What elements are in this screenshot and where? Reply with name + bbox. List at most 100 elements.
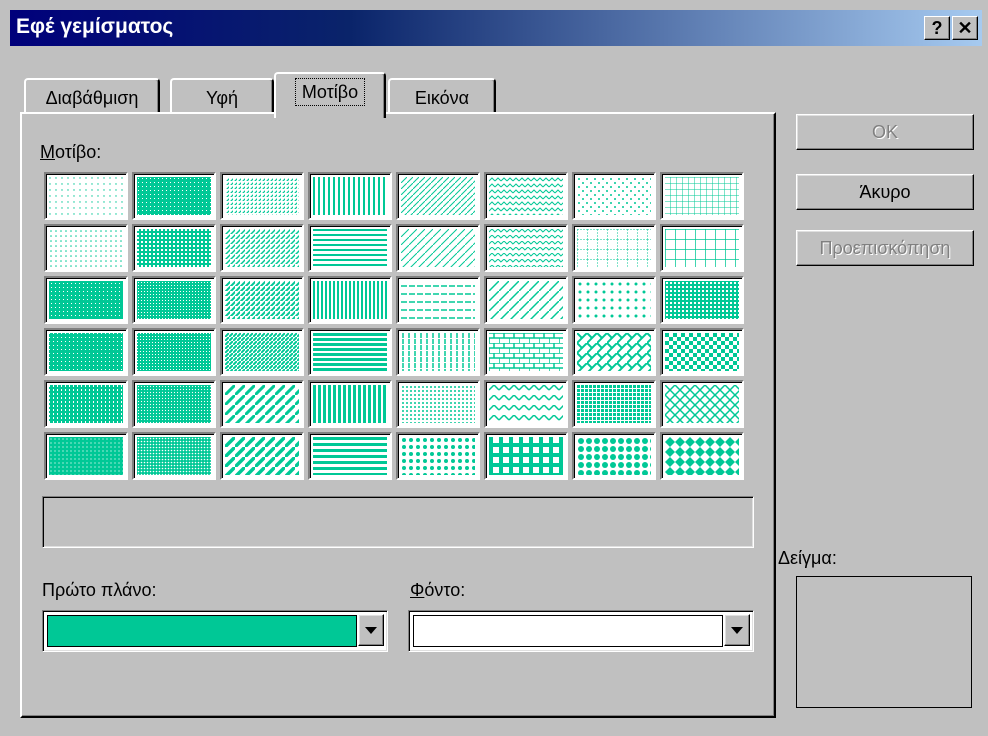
pattern-preview-icon [401, 281, 475, 319]
pattern-preview-icon [313, 177, 387, 215]
pattern-swatch[interactable] [572, 328, 656, 376]
pattern-preview-icon [225, 281, 299, 319]
pattern-preview-icon [577, 437, 651, 475]
pattern-swatch[interactable] [396, 172, 480, 220]
background-color-swatch [413, 615, 723, 647]
pattern-swatch[interactable] [308, 172, 392, 220]
pattern-swatch[interactable] [484, 224, 568, 272]
background-color-dropdown[interactable] [408, 610, 754, 652]
foreground-color-dropdown[interactable] [42, 610, 388, 652]
dropdown-arrow-icon[interactable] [724, 614, 750, 646]
pattern-preview-icon [313, 437, 387, 475]
pattern-swatch[interactable] [396, 224, 480, 272]
pattern-swatch[interactable] [572, 276, 656, 324]
pattern-swatch[interactable] [132, 328, 216, 376]
pattern-preview-icon [313, 333, 387, 371]
pattern-preview-icon [489, 229, 563, 267]
window-title: Εφέ γεμίσματος [16, 15, 174, 38]
preview-button[interactable]: Προεπισκόπηση [796, 230, 974, 266]
pattern-preview-icon [489, 281, 563, 319]
pattern-swatch[interactable] [484, 276, 568, 324]
pattern-swatch[interactable] [132, 172, 216, 220]
foreground-label: Πρώτο πλάνο: [42, 580, 157, 600]
pattern-preview-icon [401, 385, 475, 423]
pattern-swatch[interactable] [660, 276, 744, 324]
pattern-preview-icon [577, 229, 651, 267]
pattern-swatch[interactable] [220, 380, 304, 428]
pattern-swatch[interactable] [572, 380, 656, 428]
pattern-preview-icon [401, 177, 475, 215]
dropdown-arrow-icon[interactable] [358, 614, 384, 646]
pattern-swatch[interactable] [44, 172, 128, 220]
tab-gradient[interactable]: Διαβάθμιση [24, 78, 160, 116]
pattern-swatch[interactable] [484, 432, 568, 480]
pattern-swatch[interactable] [44, 224, 128, 272]
tab-pattern[interactable]: Μοτίβο [274, 72, 386, 118]
pattern-swatch[interactable] [44, 432, 128, 480]
pattern-preview-icon [665, 177, 739, 215]
pattern-preview-icon [665, 333, 739, 371]
pattern-preview-icon [137, 229, 211, 267]
pattern-label: Μοτίβο: [40, 142, 102, 162]
pattern-swatch[interactable] [572, 172, 656, 220]
pattern-preview-icon [577, 333, 651, 371]
fill-effects-dialog: Εφέ γεμίσματος ? ✕ Διαβάθμιση Υφή Μοτίβο… [0, 0, 988, 736]
pattern-swatch[interactable] [220, 328, 304, 376]
pattern-swatch[interactable] [132, 432, 216, 480]
pattern-swatch[interactable] [484, 328, 568, 376]
pattern-preview-icon [313, 281, 387, 319]
sample-box [796, 576, 972, 708]
pattern-swatch[interactable] [660, 172, 744, 220]
help-button[interactable]: ? [924, 16, 950, 40]
pattern-preview-icon [577, 281, 651, 319]
tab-picture[interactable]: Εικόνα [388, 78, 496, 116]
pattern-preview-icon [49, 229, 123, 267]
cancel-button[interactable]: Άκυρο [796, 174, 974, 210]
sample-label: Δείγμα: [778, 548, 837, 568]
pattern-swatch[interactable] [396, 432, 480, 480]
pattern-preview-icon [49, 385, 123, 423]
foreground-color-swatch [47, 615, 357, 647]
pattern-preview-icon [137, 333, 211, 371]
pattern-swatch[interactable] [572, 224, 656, 272]
tab-texture[interactable]: Υφή [170, 78, 274, 116]
pattern-swatch[interactable] [220, 432, 304, 480]
pattern-swatch[interactable] [132, 276, 216, 324]
pattern-swatch[interactable] [308, 380, 392, 428]
pattern-swatch[interactable] [396, 328, 480, 376]
pattern-swatch[interactable] [660, 432, 744, 480]
pattern-swatch[interactable] [308, 432, 392, 480]
pattern-swatch[interactable] [308, 276, 392, 324]
pattern-swatch[interactable] [308, 328, 392, 376]
ok-button[interactable]: ΟΚ [796, 114, 974, 150]
pattern-preview-icon [489, 333, 563, 371]
pattern-swatch[interactable] [220, 276, 304, 324]
pattern-preview-icon [489, 385, 563, 423]
pattern-swatch[interactable] [396, 380, 480, 428]
pattern-preview-icon [401, 229, 475, 267]
pattern-preview-icon [49, 333, 123, 371]
pattern-swatch[interactable] [308, 224, 392, 272]
pattern-preview-icon [137, 177, 211, 215]
pattern-swatch[interactable] [660, 380, 744, 428]
close-button[interactable]: ✕ [952, 16, 978, 40]
pattern-preview-icon [489, 437, 563, 475]
pattern-preview-icon [665, 281, 739, 319]
pattern-swatch[interactable] [484, 172, 568, 220]
pattern-swatch[interactable] [132, 224, 216, 272]
pattern-swatch[interactable] [44, 328, 128, 376]
pattern-swatch[interactable] [660, 224, 744, 272]
pattern-preview-icon [665, 437, 739, 475]
pattern-swatch[interactable] [396, 276, 480, 324]
pattern-preview-icon [137, 385, 211, 423]
pattern-swatch[interactable] [220, 224, 304, 272]
pattern-swatch[interactable] [44, 380, 128, 428]
pattern-swatch[interactable] [660, 328, 744, 376]
pattern-preview-icon [401, 437, 475, 475]
pattern-swatch[interactable] [484, 380, 568, 428]
pattern-preview-icon [665, 229, 739, 267]
pattern-swatch[interactable] [132, 380, 216, 428]
pattern-swatch[interactable] [572, 432, 656, 480]
pattern-swatch[interactable] [220, 172, 304, 220]
pattern-swatch[interactable] [44, 276, 128, 324]
